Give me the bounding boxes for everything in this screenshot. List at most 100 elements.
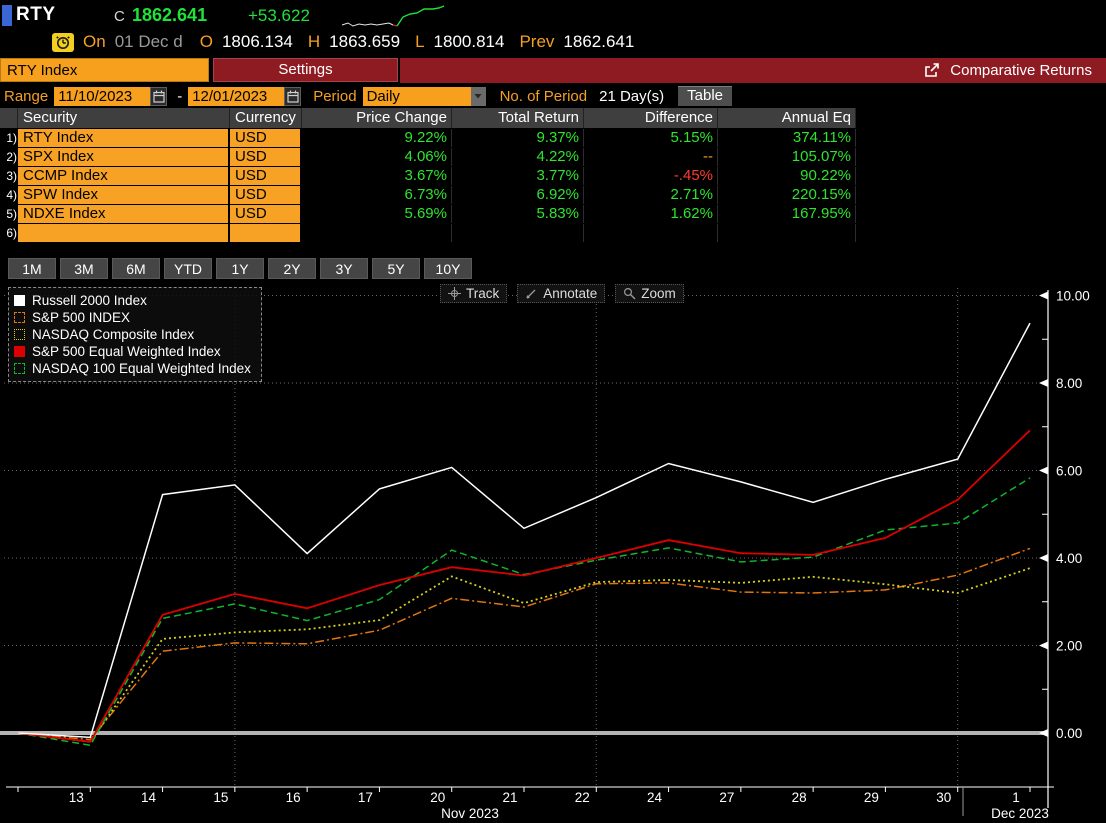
price-change-cell: 4.06% [302, 148, 452, 166]
row-number: 3) [0, 167, 18, 185]
column-header-currency[interactable]: Currency [230, 108, 302, 128]
x-axis-tick-label: 21 [502, 790, 517, 805]
x-axis-tick-label: 17 [358, 790, 373, 805]
total-return-cell: 6.92% [452, 186, 584, 204]
tab-settings[interactable]: Settings [213, 58, 398, 82]
range-end-input[interactable]: 12/01/2023 [188, 86, 285, 106]
change-value: +53.622 [248, 6, 310, 25]
legend-item[interactable]: NASDAQ Composite Index [14, 326, 251, 343]
annual-eq-cell [718, 224, 856, 242]
column-header-annual-eq[interactable]: Annual Eq [718, 108, 856, 128]
period-button-ytd[interactable]: YTD [164, 258, 212, 279]
high-label: H [307, 32, 321, 51]
price-change-cell: 3.67% [302, 167, 452, 185]
currency-cell[interactable] [230, 224, 302, 242]
chart-area[interactable]: Russell 2000 Index S&P 500 INDEX NASDAQ Co… [0, 284, 1106, 823]
ticker-color-marker [2, 5, 12, 26]
period-button-row: 1M 3M 6M YTD 1Y 2Y 3Y 5Y 10Y [8, 258, 472, 279]
table-header-row: Security Currency Price Change Total Ret… [0, 108, 1106, 128]
chevron-down-icon[interactable] [470, 86, 486, 106]
row-blank [856, 129, 1106, 147]
annotate-button[interactable]: Annotate [517, 284, 606, 303]
annotate-label: Annotate [543, 286, 598, 301]
legend-item[interactable]: S&P 500 Equal Weighted Index [14, 343, 251, 360]
period-button-3m[interactable]: 3M [60, 258, 108, 279]
period-select[interactable]: Daily [362, 86, 471, 106]
legend-item[interactable]: Russell 2000 Index [14, 292, 251, 309]
legend-label: S&P 500 Equal Weighted Index [32, 344, 221, 359]
num-period-label: No. of Period [499, 87, 588, 105]
page-title: Comparative Returns [950, 62, 1092, 79]
prev-label: Prev [519, 32, 555, 51]
column-header-difference[interactable]: Difference [584, 108, 718, 128]
comparative-returns-screen: RTY C 1862.641 +53.622 On 01 Dec d O 180… [0, 0, 1106, 823]
calendar-icon[interactable] [284, 86, 302, 106]
currency-cell[interactable]: USD [230, 167, 302, 185]
tab-bar: RTY Index Settings Comparative Returns [0, 58, 1106, 84]
x-axis-tick-label: 30 [936, 790, 951, 805]
period-button-5y[interactable]: 5Y [372, 258, 420, 279]
prev-value: 1862.641 [563, 32, 635, 51]
security-cell[interactable]: CCMP Index [18, 167, 230, 185]
open-label: O [199, 32, 213, 51]
num-period-value: 21 Day(s) [599, 87, 665, 105]
total-return-cell: 3.77% [452, 167, 584, 185]
ticker-symbol: RTY [16, 4, 56, 25]
month-label-nov: Nov 2023 [441, 806, 499, 821]
currency-cell[interactable]: USD [230, 205, 302, 223]
series-line-0 [17, 322, 1031, 739]
currency-cell[interactable]: USD [230, 129, 302, 147]
y-axis-tick-label: 2.00 [1056, 639, 1082, 654]
x-axis-tick-label: 20 [430, 790, 445, 805]
period-button-6m[interactable]: 6M [112, 258, 160, 279]
security-cell[interactable]: SPW Index [18, 186, 230, 204]
annual-eq-cell: 105.07% [718, 148, 856, 166]
range-label: Range [4, 87, 49, 105]
column-header-total-return[interactable]: Total Return [452, 108, 584, 128]
range-start-input[interactable]: 11/10/2023 [54, 86, 151, 106]
price-change-cell: 9.22% [302, 129, 452, 147]
legend-swatch-icon [14, 312, 25, 323]
export-icon[interactable] [924, 63, 940, 78]
period-button-1y[interactable]: 1Y [216, 258, 264, 279]
column-header-price-change[interactable]: Price Change [302, 108, 452, 128]
x-axis-tick-label: 14 [141, 790, 157, 805]
zoom-button[interactable]: Zoom [615, 284, 684, 303]
legend-item[interactable]: NASDAQ 100 Equal Weighted Index [14, 360, 251, 377]
period-button-2y[interactable]: 2Y [268, 258, 316, 279]
currency-cell[interactable]: USD [230, 148, 302, 166]
session-label: On [83, 32, 106, 51]
difference-cell: 1.62% [584, 205, 718, 223]
legend-swatch-icon [14, 363, 25, 374]
difference-cell: 2.71% [584, 186, 718, 204]
x-axis-tick-label: 15 [213, 790, 228, 805]
x-axis-tick-label: 27 [719, 790, 734, 805]
series-line-3 [17, 429, 1031, 743]
pencil-icon [526, 289, 536, 299]
legend-item[interactable]: S&P 500 INDEX [14, 309, 251, 326]
x-axis-tick-label: 29 [864, 790, 879, 805]
calendar-icon[interactable] [150, 86, 168, 106]
difference-cell: -.45% [584, 167, 718, 185]
security-cell[interactable]: NDXE Index [18, 205, 230, 223]
row-blank [856, 224, 1106, 242]
period-button-10y[interactable]: 10Y [424, 258, 472, 279]
period-label: Period [313, 87, 357, 105]
security-cell[interactable] [18, 224, 230, 242]
security-cell[interactable]: SPX Index [18, 148, 230, 166]
close-value: 1862.641 [132, 5, 208, 25]
security-cell[interactable]: RTY Index [18, 129, 230, 147]
table-button[interactable]: Table [678, 86, 732, 106]
currency-cell[interactable]: USD [230, 186, 302, 204]
column-header-security[interactable]: Security [18, 108, 230, 128]
security-ticker-input[interactable]: RTY Index [0, 58, 209, 82]
ohlc-row: On 01 Dec d O 1806.134 H 1863.659 L 1800… [52, 31, 634, 53]
legend-swatch-icon [14, 295, 25, 306]
track-button[interactable]: Track [440, 284, 508, 303]
period-button-3y[interactable]: 3Y [320, 258, 368, 279]
difference-cell: 5.15% [584, 129, 718, 147]
period-button-1m[interactable]: 1M [8, 258, 56, 279]
y-axis-tick-label: 6.00 [1056, 464, 1082, 479]
close-label: C [114, 8, 125, 25]
series-line-4 [17, 477, 1031, 747]
